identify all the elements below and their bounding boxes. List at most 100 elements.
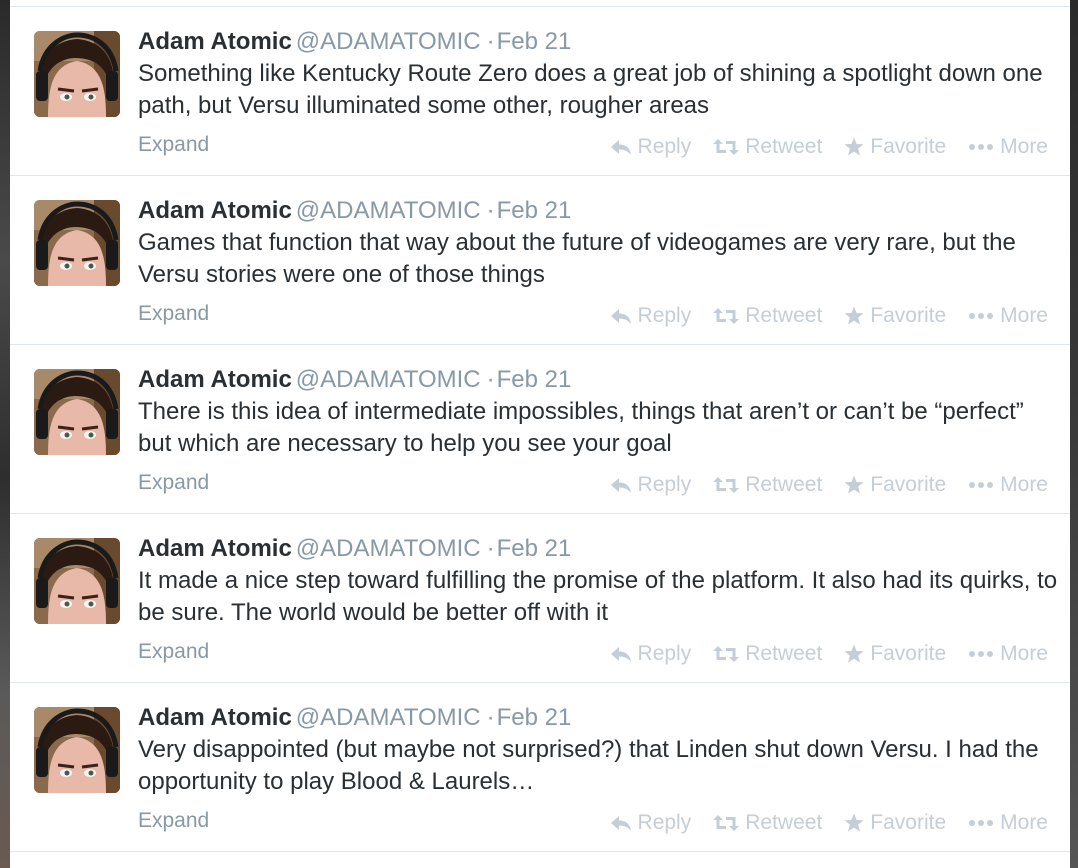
tweet-header: Adam Atomic @ADAMATOMIC ·Feb 21 — [138, 196, 571, 226]
reply-arrow-icon — [610, 478, 631, 493]
ellipsis-icon — [969, 651, 994, 657]
retweet-icon — [713, 646, 740, 662]
reply-label: Reply — [637, 473, 692, 496]
tweet[interactable]: Adam Atomic @ADAMATOMIC ·Feb 21 Games that… — [10, 176, 1070, 345]
reply-button[interactable]: Reply — [610, 642, 692, 666]
reply-arrow-icon — [610, 309, 631, 324]
reply-button[interactable]: Reply — [610, 304, 692, 328]
tweet-text: Games that function that way about the f… — [138, 229, 1016, 288]
avatar[interactable] — [34, 369, 120, 455]
tweet-actions: Reply Retweet Favorite More — [610, 304, 1048, 328]
tweet-actions: Reply Retweet Favorite More — [610, 811, 1048, 835]
author-username[interactable]: @ADAMATOMIC — [296, 704, 481, 731]
tweet-list: Adam Atomic @ADAMATOMIC ·Feb 21 Something … — [10, 7, 1070, 852]
more-label: More — [1000, 473, 1048, 496]
retweet-icon — [713, 139, 740, 155]
tweet[interactable]: Adam Atomic @ADAMATOMIC ·Feb 21 Something … — [10, 7, 1070, 176]
retweet-icon — [713, 815, 740, 831]
tweet-timestamp[interactable]: Feb 21 — [497, 535, 572, 562]
expand-link[interactable]: Expand — [138, 302, 209, 326]
background-right-edge — [1070, 0, 1078, 868]
retweet-button[interactable]: Retweet — [713, 811, 822, 835]
retweet-button[interactable]: Retweet — [713, 642, 822, 666]
tweet-timestamp[interactable]: Feb 21 — [497, 197, 572, 224]
favorite-label: Favorite — [870, 811, 947, 834]
tweet-timestamp[interactable]: Feb 21 — [497, 28, 572, 55]
retweet-button[interactable]: Retweet — [713, 304, 822, 328]
favorite-button[interactable]: Favorite — [844, 135, 946, 159]
star-icon — [844, 137, 864, 156]
author-username[interactable]: @ADAMATOMIC — [296, 28, 481, 55]
tweet-timestamp[interactable]: Feb 21 — [497, 366, 572, 393]
tweet-actions: Reply Retweet Favorite More — [610, 642, 1048, 666]
author-fullname[interactable]: Adam Atomic — [138, 28, 292, 55]
avatar[interactable] — [34, 31, 120, 117]
more-button[interactable]: More — [968, 473, 1048, 497]
meta-separator: · — [486, 366, 495, 393]
tweet-header: Adam Atomic @ADAMATOMIC ·Feb 21 — [138, 365, 571, 395]
star-icon — [844, 306, 864, 325]
timeline-top-divider — [10, 0, 1070, 7]
favorite-label: Favorite — [870, 304, 947, 327]
reply-label: Reply — [637, 642, 692, 665]
expand-link[interactable]: Expand — [138, 133, 209, 157]
ellipsis-icon — [969, 482, 994, 488]
ellipsis-icon — [969, 313, 994, 319]
retweet-icon — [713, 477, 740, 493]
tweet-timestamp[interactable]: Feb 21 — [497, 704, 572, 731]
tweet-text: It made a nice step toward fulfilling th… — [138, 567, 1058, 626]
avatar[interactable] — [34, 707, 120, 793]
author-fullname[interactable]: Adam Atomic — [138, 704, 292, 731]
reply-label: Reply — [637, 811, 692, 834]
author-fullname[interactable]: Adam Atomic — [138, 535, 292, 562]
tweet-header: Adam Atomic @ADAMATOMIC ·Feb 21 — [138, 703, 571, 733]
favorite-button[interactable]: Favorite — [844, 304, 946, 328]
retweet-button[interactable]: Retweet — [713, 473, 822, 497]
expand-link[interactable]: Expand — [138, 640, 209, 664]
expand-link[interactable]: Expand — [138, 471, 209, 495]
expand-link[interactable]: Expand — [138, 809, 209, 833]
tweet-timeline: Adam Atomic @ADAMATOMIC ·Feb 21 Something … — [10, 0, 1070, 868]
reply-button[interactable]: Reply — [610, 473, 692, 497]
avatar[interactable] — [34, 538, 120, 624]
more-button[interactable]: More — [968, 304, 1048, 328]
author-username[interactable]: @ADAMATOMIC — [296, 197, 481, 224]
retweet-button[interactable]: Retweet — [713, 135, 822, 159]
star-icon — [844, 475, 864, 494]
reply-arrow-icon — [610, 647, 631, 662]
favorite-label: Favorite — [870, 135, 947, 158]
retweet-label: Retweet — [745, 811, 823, 834]
meta-separator: · — [486, 535, 495, 562]
reply-arrow-icon — [610, 140, 631, 155]
more-button[interactable]: More — [968, 811, 1048, 835]
reply-label: Reply — [637, 135, 692, 158]
tweet[interactable]: Adam Atomic @ADAMATOMIC ·Feb 21 Very disap… — [10, 683, 1070, 852]
favorite-button[interactable]: Favorite — [844, 642, 946, 666]
reply-label: Reply — [637, 304, 692, 327]
more-label: More — [1000, 642, 1048, 665]
author-username[interactable]: @ADAMATOMIC — [296, 366, 481, 393]
author-fullname[interactable]: Adam Atomic — [138, 366, 292, 393]
meta-separator: · — [486, 28, 495, 55]
star-icon — [844, 813, 864, 832]
more-label: More — [1000, 811, 1048, 834]
tweet-text: Very disappointed (but maybe not surpris… — [138, 736, 1039, 795]
tweet-actions: Reply Retweet Favorite More — [610, 473, 1048, 497]
favorite-button[interactable]: Favorite — [844, 811, 946, 835]
more-button[interactable]: More — [968, 642, 1048, 666]
reply-button[interactable]: Reply — [610, 135, 692, 159]
reply-button[interactable]: Reply — [610, 811, 692, 835]
ellipsis-icon — [969, 144, 994, 150]
author-username[interactable]: @ADAMATOMIC — [296, 535, 481, 562]
favorite-label: Favorite — [870, 642, 947, 665]
tweet[interactable]: Adam Atomic @ADAMATOMIC ·Feb 21 It made a … — [10, 514, 1070, 683]
meta-separator: · — [486, 197, 495, 224]
tweet-actions: Reply Retweet Favorite More — [610, 135, 1048, 159]
tweet[interactable]: Adam Atomic @ADAMATOMIC ·Feb 21 There is t… — [10, 345, 1070, 514]
author-fullname[interactable]: Adam Atomic — [138, 197, 292, 224]
more-button[interactable]: More — [968, 135, 1048, 159]
tweet-header: Adam Atomic @ADAMATOMIC ·Feb 21 — [138, 27, 571, 57]
retweet-icon — [713, 308, 740, 324]
favorite-button[interactable]: Favorite — [844, 473, 946, 497]
avatar[interactable] — [34, 200, 120, 286]
